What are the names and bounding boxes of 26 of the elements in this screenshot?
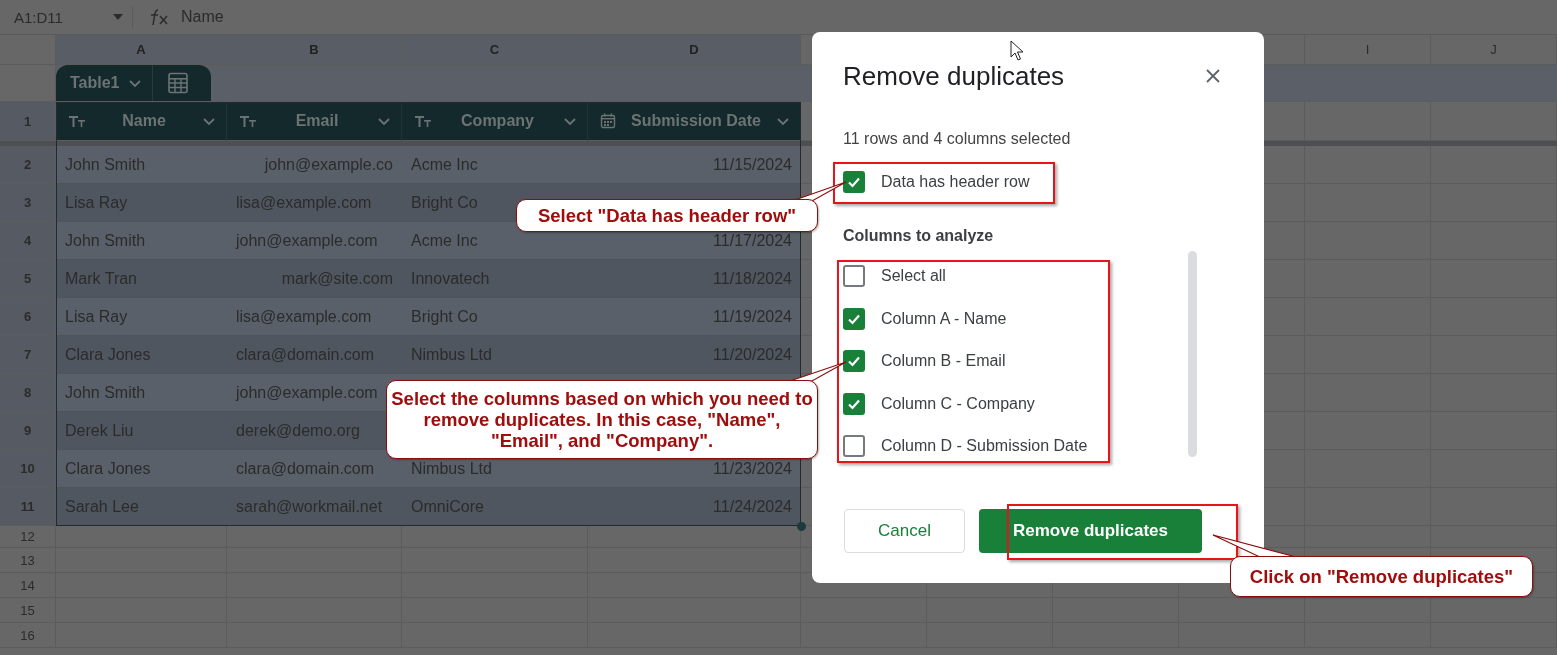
formula-text: Name	[181, 8, 224, 26]
row-number: 16	[0, 623, 56, 648]
row-number: 5	[0, 260, 56, 298]
cell-range: A1:D11	[14, 8, 63, 26]
column-name: Email	[294, 112, 340, 130]
row-number: 10	[0, 450, 56, 488]
row-number: 13	[0, 548, 56, 573]
column-name: Company	[460, 112, 535, 130]
section-heading: Columns to analyze	[843, 227, 995, 245]
row-number: 14	[0, 573, 56, 598]
row-number: 2	[0, 146, 56, 184]
callout-tooltip: Select the columns based on which you need to remove duplicates. In this case, "Name", "Email", and "Company".	[386, 380, 818, 459]
row-number: 12	[0, 526, 56, 548]
row-number: 8	[0, 374, 56, 412]
row-number: 9	[0, 412, 56, 450]
column-name: Submission Date	[630, 112, 762, 130]
dialog-title: Remove duplicates	[843, 62, 1065, 90]
row-number: 11	[0, 488, 56, 526]
row-number: 15	[0, 598, 56, 623]
row-number: 1	[0, 102, 56, 141]
selection-summary: 11 rows and 4 columns selected	[843, 130, 1072, 148]
row-number: 6	[0, 298, 56, 336]
column-name: Name	[121, 112, 167, 130]
row-number: 4	[0, 222, 56, 260]
row-number: 3	[0, 184, 56, 222]
row-number: 7	[0, 336, 56, 374]
